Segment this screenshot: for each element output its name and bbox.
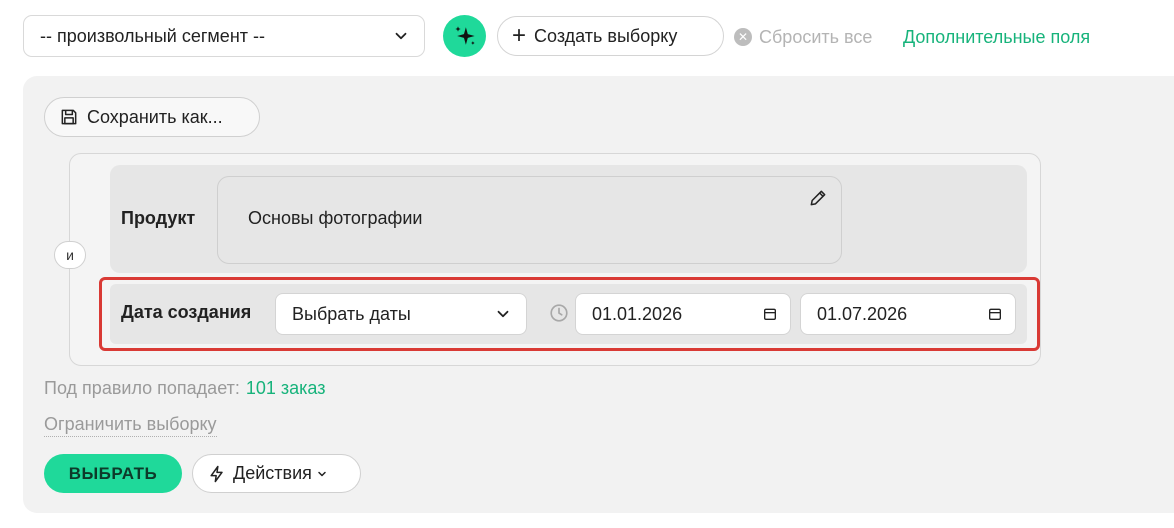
plus-icon: + (512, 22, 527, 49)
date-mode-select[interactable]: Выбрать даты (275, 293, 527, 335)
rule-product-label: Продукт (121, 208, 196, 228)
actions-button[interactable]: Действия (192, 454, 361, 493)
pencil-icon[interactable] (808, 188, 828, 208)
actions-label: Действия (233, 463, 312, 483)
ai-sparkle-button[interactable] (443, 15, 486, 57)
sparkle-icon (454, 26, 475, 45)
date-to-value: 01.07.2026 (817, 303, 908, 324)
chevron-down-icon (395, 32, 407, 40)
date-mode-value: Выбрать даты (292, 303, 411, 324)
date-to-input[interactable]: 01.07.2026 (800, 293, 1016, 335)
create-selection-button[interactable]: + Создать выборку (497, 16, 724, 56)
matches-summary: Под правило попадает: 101 заказ (44, 378, 326, 399)
close-circle-icon: ✕ (734, 28, 752, 46)
logic-operator-toggle[interactable]: и (54, 241, 86, 269)
clock-icon[interactable] (548, 302, 570, 324)
reset-all-button[interactable]: ✕ Сбросить все (734, 24, 872, 50)
calendar-icon[interactable] (762, 306, 778, 322)
calendar-icon[interactable] (987, 306, 1003, 322)
limit-selection-link[interactable]: Ограничить выборку (44, 414, 217, 437)
create-selection-label: Создать выборку (534, 25, 678, 46)
save-as-label: Сохранить как... (87, 106, 223, 127)
matches-prefix: Под правило попадает: (44, 378, 240, 398)
date-from-input[interactable]: 01.01.2026 (575, 293, 791, 335)
chevron-down-icon (318, 471, 326, 476)
matches-count-link[interactable]: 101 заказ (246, 378, 326, 399)
select-button[interactable]: ВЫБРАТЬ (44, 454, 182, 493)
segment-select[interactable]: -- произвольный сегмент -- (23, 15, 425, 57)
segment-select-value: -- произвольный сегмент -- (40, 25, 265, 46)
floppy-disk-icon (61, 109, 77, 125)
lightning-icon (210, 465, 223, 482)
reset-all-label: Сбросить все (759, 26, 873, 47)
rule-created-date-label: Дата создания (121, 302, 252, 322)
product-value: Основы фотографии (248, 208, 423, 228)
extra-fields-link[interactable]: Дополнительные поля (903, 24, 1090, 50)
save-as-button[interactable]: Сохранить как... (44, 97, 260, 137)
date-from-value: 01.01.2026 (592, 303, 683, 324)
chevron-down-icon (497, 310, 509, 318)
